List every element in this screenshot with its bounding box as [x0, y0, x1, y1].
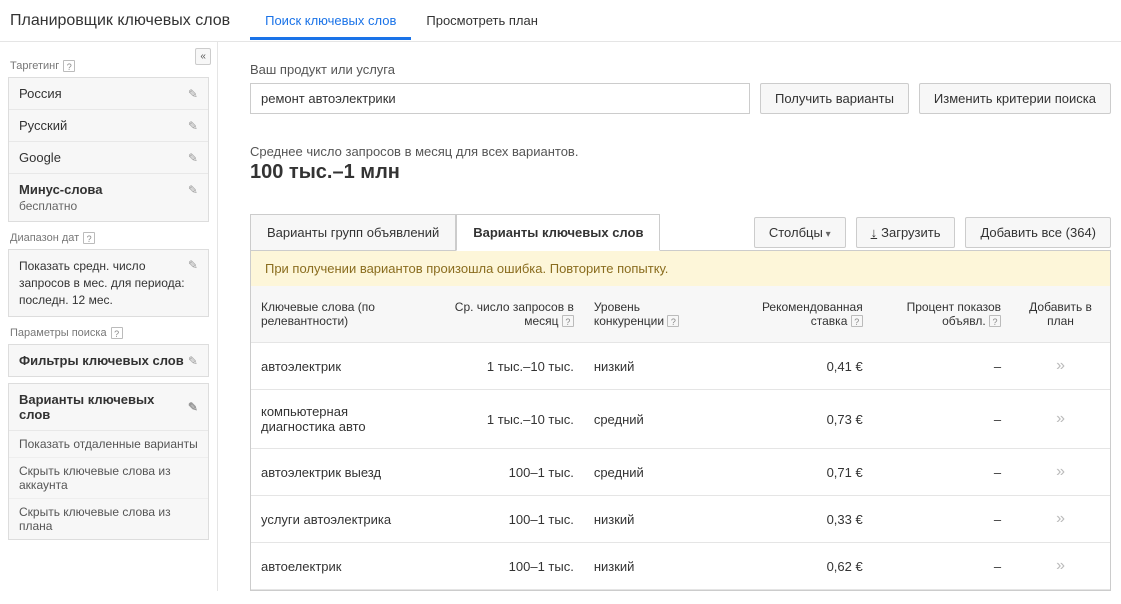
content: Ваш продукт или услуга Получить варианты…	[218, 42, 1121, 591]
cell-impressions: –	[873, 543, 1011, 590]
header: Планировщик ключевых слов Поиск ключевых…	[0, 0, 1121, 42]
cell-bid: 0,71 €	[716, 449, 873, 496]
chevron-right-icon: »	[1056, 410, 1065, 427]
add-all-button[interactable]: Добавить все (364)	[965, 217, 1111, 248]
cell-searches: 100–1 тыс.	[434, 543, 584, 590]
table-row: автоэлектрик выезд100–1 тыс.средний0,71 …	[251, 449, 1110, 496]
download-icon: ↓	[871, 225, 878, 240]
cell-impressions: –	[873, 390, 1011, 449]
chevron-right-icon: »	[1056, 357, 1065, 374]
stats-label: Среднее число запросов в месяц для всех …	[250, 144, 1111, 159]
cell-searches: 1 тыс.–10 тыс.	[434, 343, 584, 390]
variant-option-distant[interactable]: Показать отдаленные варианты	[9, 431, 208, 457]
help-icon[interactable]: ?	[83, 232, 95, 244]
cell-bid: 0,41 €	[716, 343, 873, 390]
pencil-icon: ✎	[188, 87, 198, 101]
cell-keyword[interactable]: автоелектрик	[251, 543, 434, 590]
tab-view-plan[interactable]: Просмотреть план	[411, 1, 553, 40]
table-row: компьютерная диагностика авто1 тыс.–10 т…	[251, 390, 1110, 449]
cell-bid: 0,33 €	[716, 496, 873, 543]
date-range-panel[interactable]: Показать средн. число запросов в мес. дл…	[8, 249, 209, 317]
cell-keyword[interactable]: услуги автоэлектрика	[251, 496, 434, 543]
cell-searches: 100–1 тыс.	[434, 496, 584, 543]
pencil-icon: ✎	[188, 183, 198, 197]
cell-add[interactable]: »	[1011, 390, 1110, 449]
th-bid[interactable]: Рекомендованная ставка ?	[716, 286, 873, 343]
pencil-icon: ✎	[188, 400, 198, 414]
product-input[interactable]	[250, 83, 750, 114]
cell-keyword[interactable]: компьютерная диагностика авто	[251, 390, 434, 449]
help-icon[interactable]: ?	[667, 315, 679, 327]
cell-searches: 100–1 тыс.	[434, 449, 584, 496]
cell-bid: 0,62 €	[716, 543, 873, 590]
cell-searches: 1 тыс.–10 тыс.	[434, 390, 584, 449]
targeting-location[interactable]: Россия ✎	[9, 78, 208, 109]
keyword-variants-panel: Варианты ключевых слов ✎ Показать отдале…	[8, 383, 209, 540]
th-keyword[interactable]: Ключевые слова (по релевантности)	[251, 286, 434, 343]
cell-competition: низкий	[584, 496, 716, 543]
help-icon[interactable]: ?	[111, 327, 123, 339]
cell-add[interactable]: »	[1011, 343, 1110, 390]
variant-option-hide-plan[interactable]: Скрыть ключевые слова из плана	[9, 498, 208, 539]
th-searches[interactable]: Ср. число запросов в месяц ?	[434, 286, 584, 343]
cell-competition: низкий	[584, 343, 716, 390]
variant-option-hide-account[interactable]: Скрыть ключевые слова из аккаунта	[9, 457, 208, 498]
cell-keyword[interactable]: автоэлектрик выезд	[251, 449, 434, 496]
columns-button[interactable]: Столбцы	[754, 217, 846, 248]
cell-competition: низкий	[584, 543, 716, 590]
edit-criteria-button[interactable]: Изменить критерии поиска	[919, 83, 1111, 114]
help-icon[interactable]: ?	[562, 315, 574, 327]
th-competition[interactable]: Уровень конкуренции ?	[584, 286, 716, 343]
targeting-panel: Россия ✎ Русский ✎ Google ✎ Минус-слова …	[8, 77, 209, 222]
targeting-language[interactable]: Русский ✎	[9, 109, 208, 141]
search-params-label: Параметры поиска ?	[10, 327, 209, 339]
download-button[interactable]: ↓Загрузить	[856, 217, 956, 248]
table-row: услуги автоэлектрика100–1 тыс.низкий0,33…	[251, 496, 1110, 543]
cell-impressions: –	[873, 449, 1011, 496]
cell-impressions: –	[873, 496, 1011, 543]
results-table-wrap: При получении вариантов произошла ошибка…	[250, 250, 1111, 591]
cell-impressions: –	[873, 343, 1011, 390]
help-icon[interactable]: ?	[63, 60, 75, 72]
collapse-sidebar-button[interactable]: «	[195, 48, 211, 65]
pencil-icon: ✎	[188, 151, 198, 165]
cell-bid: 0,73 €	[716, 390, 873, 449]
targeting-label: Таргетинг ?	[10, 60, 209, 72]
stats-value: 100 тыс.–1 млн	[250, 161, 1111, 184]
targeting-network[interactable]: Google ✎	[9, 141, 208, 173]
table-row: автоелектрик100–1 тыс.низкий0,62 €– »	[251, 543, 1110, 590]
cell-add[interactable]: »	[1011, 496, 1110, 543]
pencil-icon: ✎	[188, 119, 198, 133]
th-impressions[interactable]: Процент показов объявл. ?	[873, 286, 1011, 343]
cell-keyword[interactable]: автоэлектрик	[251, 343, 434, 390]
product-label: Ваш продукт или услуга	[250, 62, 1111, 77]
error-banner: При получении вариантов произошла ошибка…	[251, 251, 1110, 286]
chevron-right-icon: »	[1056, 557, 1065, 574]
tab-search-keywords[interactable]: Поиск ключевых слов	[250, 1, 411, 40]
tab-ad-groups[interactable]: Варианты групп объявлений	[250, 214, 456, 251]
tab-keyword-variants[interactable]: Варианты ключевых слов	[456, 214, 660, 251]
help-icon[interactable]: ?	[989, 315, 1001, 327]
cell-add[interactable]: »	[1011, 543, 1110, 590]
cell-add[interactable]: »	[1011, 449, 1110, 496]
sidebar: « Таргетинг ? Россия ✎ Русский ✎ Google …	[0, 42, 218, 591]
date-range-label: Диапазон дат ?	[10, 232, 209, 244]
chevron-right-icon: »	[1056, 510, 1065, 527]
table-row: автоэлектрик1 тыс.–10 тыс.низкий0,41 €– »	[251, 343, 1110, 390]
pencil-icon: ✎	[188, 354, 198, 368]
get-variants-button[interactable]: Получить варианты	[760, 83, 909, 114]
keywords-table: Ключевые слова (по релевантности) Ср. чи…	[251, 286, 1110, 590]
cell-competition: средний	[584, 449, 716, 496]
cell-competition: средний	[584, 390, 716, 449]
keyword-filters-panel[interactable]: Фильтры ключевых слов ✎	[8, 344, 209, 377]
app-title: Планировщик ключевых слов	[10, 12, 230, 30]
pencil-icon: ✎	[188, 258, 198, 272]
negative-keywords[interactable]: Минус-слова ✎ бесплатно	[9, 173, 208, 221]
help-icon[interactable]: ?	[851, 315, 863, 327]
keyword-variants-header[interactable]: Варианты ключевых слов ✎	[9, 384, 208, 431]
th-add: Добавить в план	[1011, 286, 1110, 343]
chevron-right-icon: »	[1056, 463, 1065, 480]
